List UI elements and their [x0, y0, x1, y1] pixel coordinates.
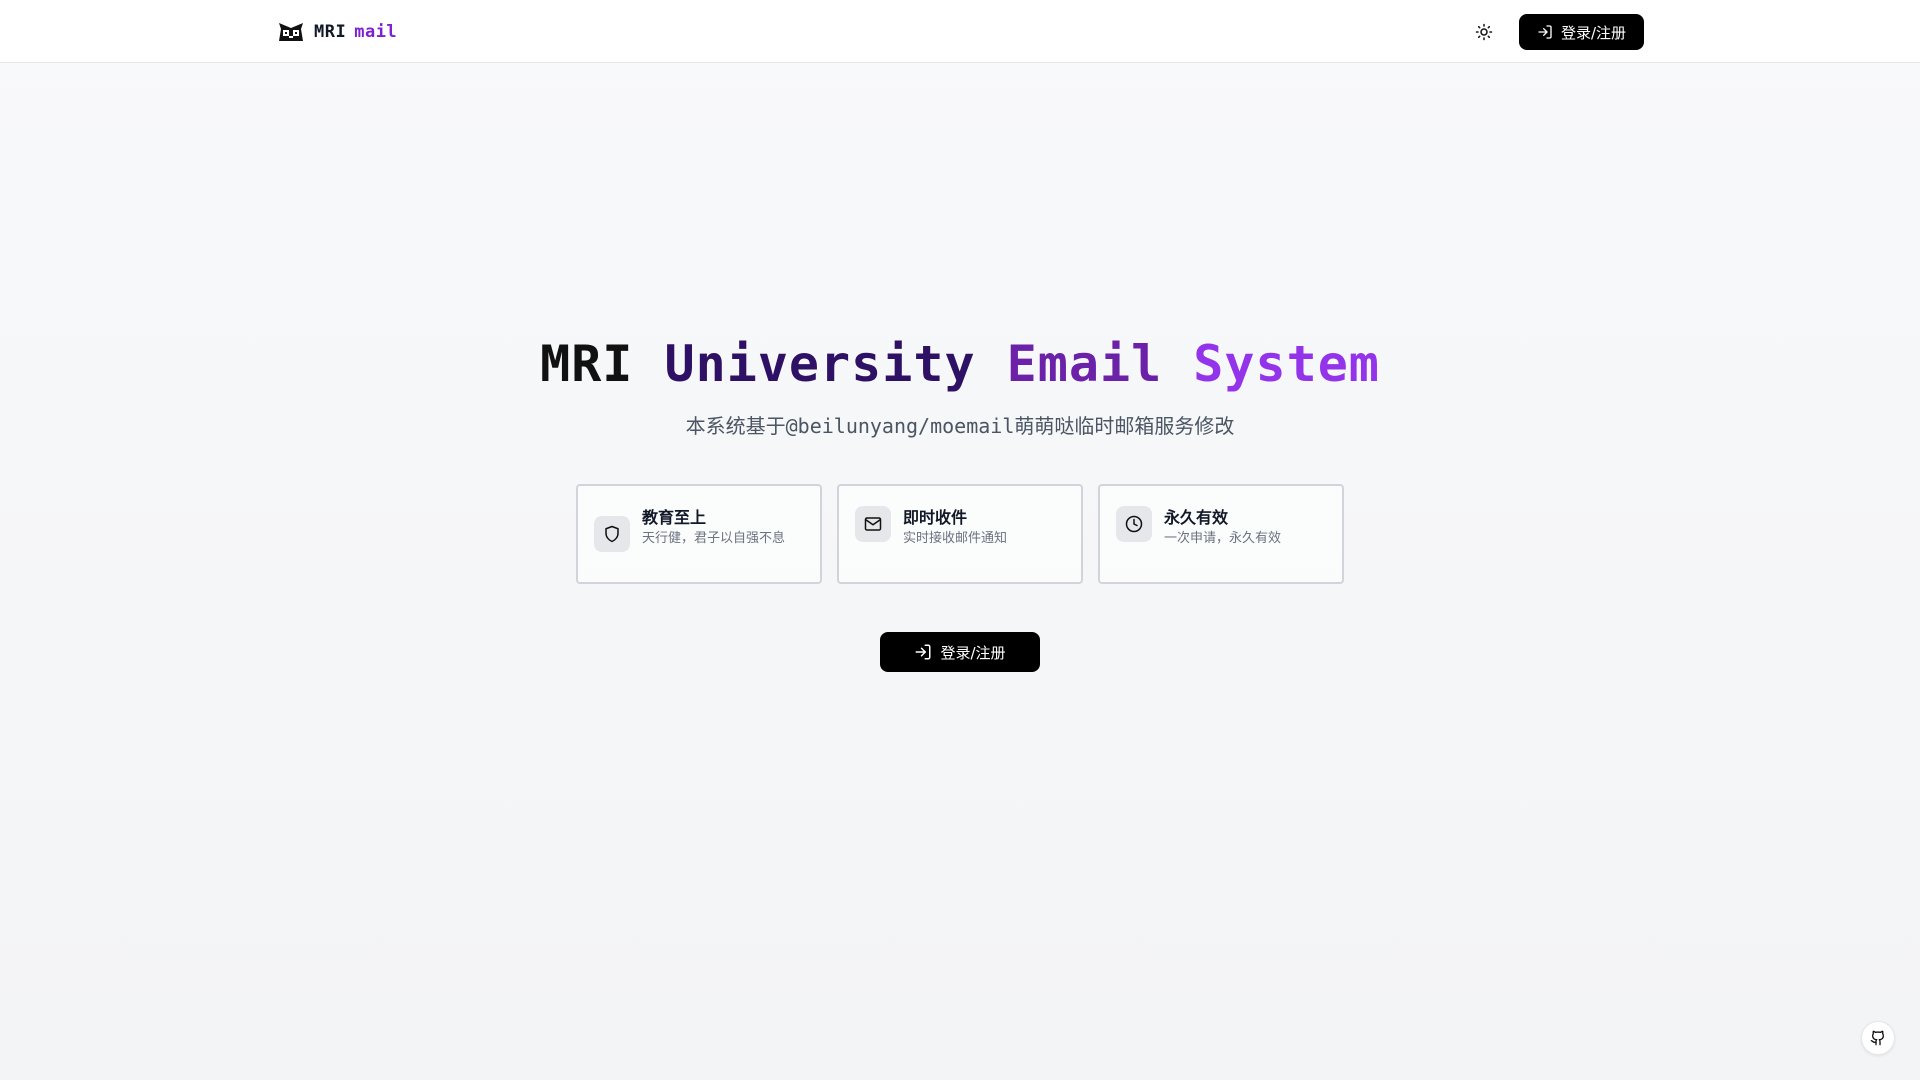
feature-card-permanent: 永久有效 一次申请，永久有效 — [1098, 484, 1344, 584]
title-word-4: System — [1193, 335, 1380, 393]
logo-text: MRI mail — [314, 22, 397, 42]
header-login-label: 登录/注册 — [1560, 23, 1627, 42]
top-navbar: MRI mail 登录/注册 — [0, 0, 1920, 63]
login-arrow-icon — [915, 644, 931, 660]
feature-title: 即时收件 — [903, 508, 968, 527]
owl-logo-icon — [279, 23, 303, 41]
title-word-2: University — [664, 335, 976, 393]
logo-link[interactable]: MRI mail — [278, 18, 397, 46]
page-title: MRI University Email System — [0, 335, 1920, 393]
main-login-button[interactable]: 登录/注册 — [880, 632, 1040, 672]
feature-card-instant-mail: 即时收件 实时接收邮件通知 — [837, 484, 1083, 584]
feature-cards: 教育至上 天行健，君子以自强不息 即时收件 实时接收邮件通知 永久有效 一次申请… — [576, 484, 1344, 584]
mail-icon-wrap — [855, 506, 891, 542]
feature-desc: 实时接收邮件通知 — [903, 531, 1008, 546]
clock-icon — [1125, 515, 1143, 533]
header-login-button[interactable]: 登录/注册 — [1519, 14, 1644, 50]
feature-card-education: 教育至上 天行健，君子以自强不息 — [576, 484, 822, 584]
sun-icon — [1475, 23, 1493, 41]
shield-icon-wrap — [594, 516, 630, 552]
main-login-label: 登录/注册 — [940, 643, 1006, 662]
shield-icon — [605, 525, 619, 543]
title-word-3: Email — [1006, 335, 1163, 393]
clock-icon-wrap — [1116, 506, 1152, 542]
feature-desc: 一次申请，永久有效 — [1164, 531, 1282, 546]
logo-text-part1: MRI — [314, 22, 347, 42]
page-subtitle: 本系统基于@beilunyang/moemail萌萌哒临时邮箱服务修改 — [685, 414, 1235, 438]
title-word-1: MRI — [540, 335, 634, 393]
logo-text-part2: mail — [354, 22, 398, 42]
login-arrow-icon — [1538, 25, 1552, 39]
github-icon — [1870, 1030, 1885, 1046]
github-button[interactable] — [1861, 1021, 1895, 1055]
feature-title: 教育至上 — [642, 508, 707, 527]
theme-toggle-button[interactable] — [1468, 16, 1500, 48]
feature-title: 永久有效 — [1164, 508, 1229, 527]
mail-icon — [864, 517, 882, 531]
feature-desc: 天行健，君子以自强不息 — [642, 531, 786, 546]
